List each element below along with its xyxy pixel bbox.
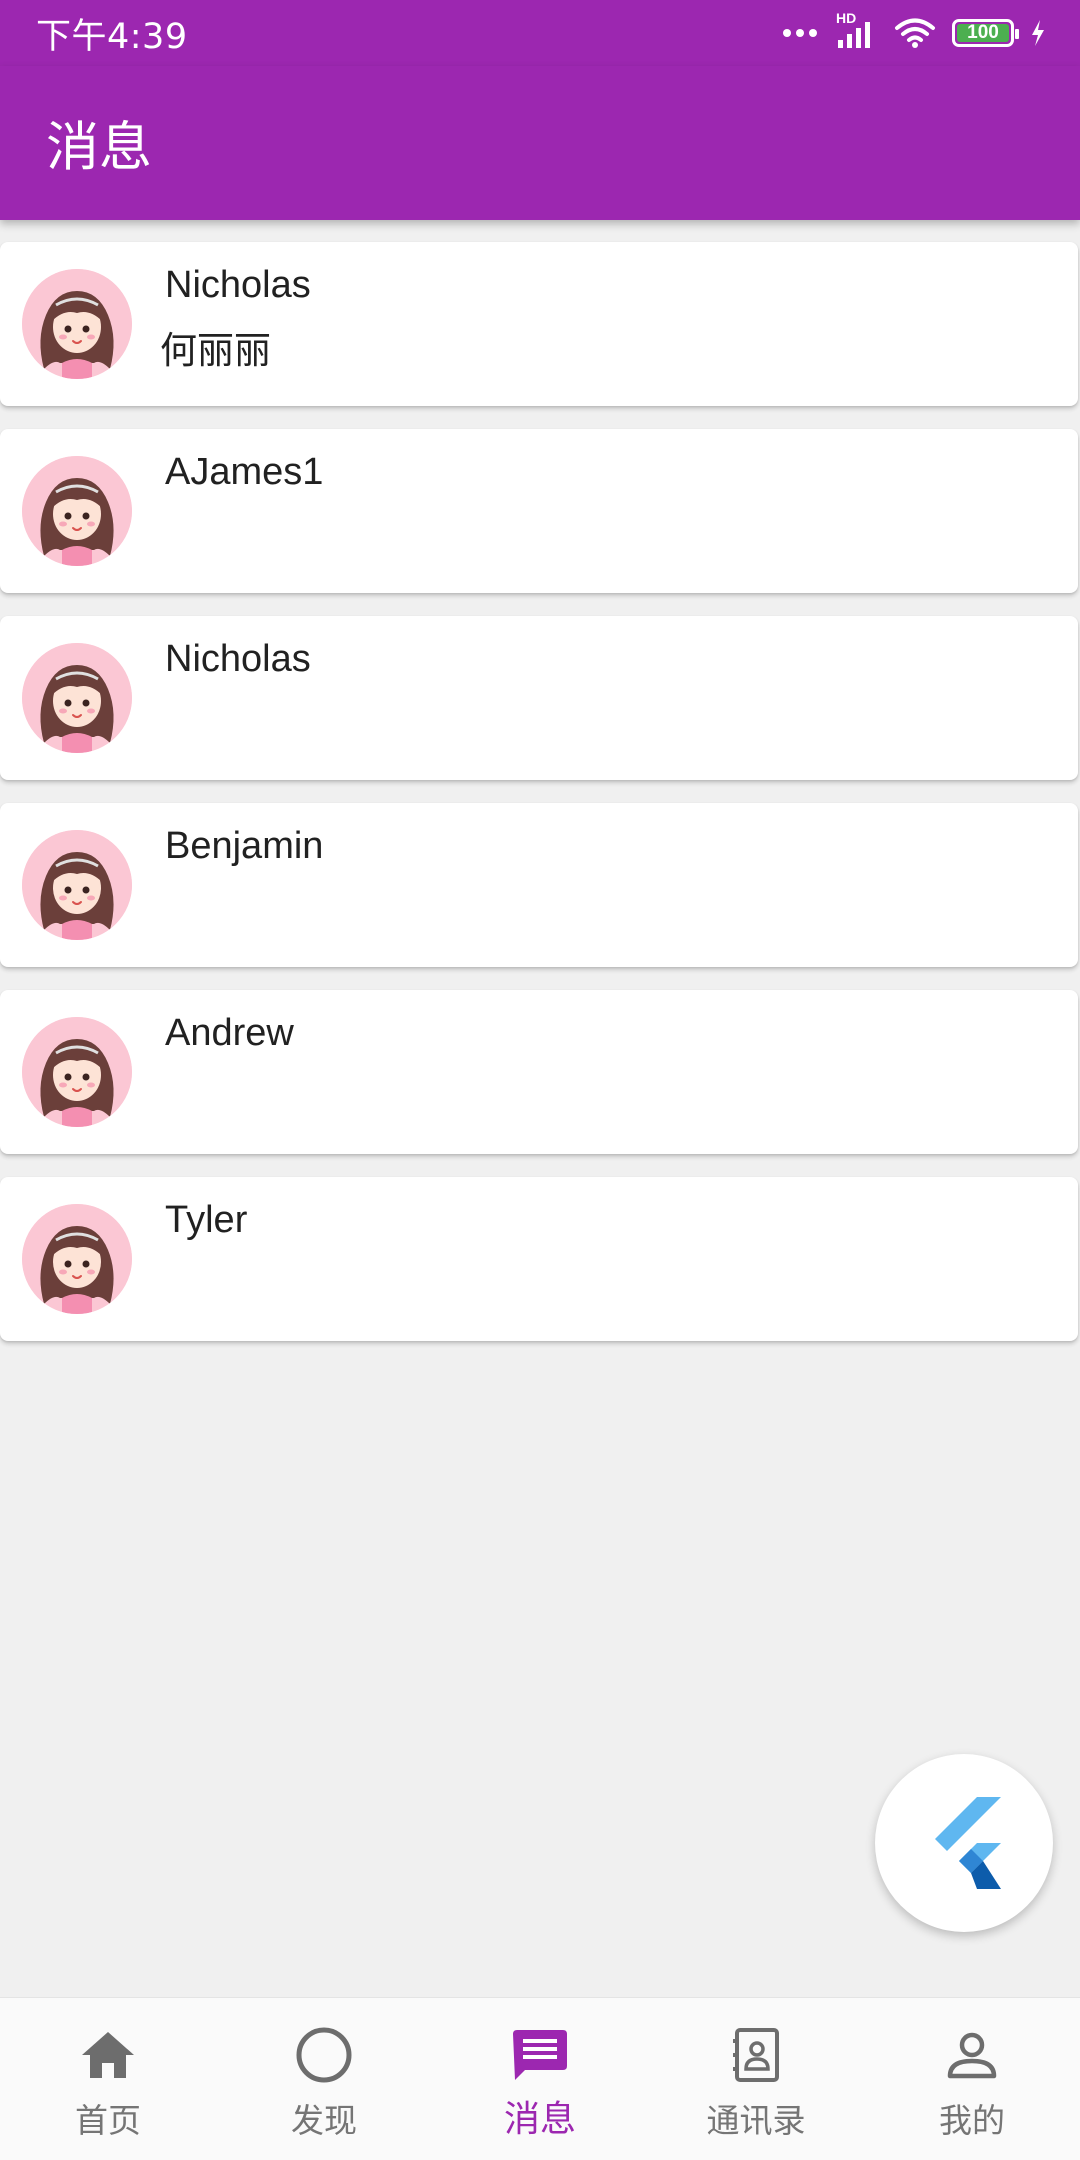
contact-name: Nicholas: [165, 638, 311, 680]
app-bar: 消息: [0, 66, 1080, 220]
wifi-icon: [894, 17, 936, 49]
avatar: [22, 830, 132, 940]
status-time: 下午4:39: [36, 16, 188, 57]
message-card[interactable]: Nicholas 何丽丽: [0, 242, 1078, 406]
more-dots-icon: [782, 27, 818, 39]
status-bar: 下午4:39 HD 100: [0, 0, 1080, 66]
contact-name: Andrew: [165, 1012, 294, 1054]
contacts-icon: [733, 2028, 779, 2082]
battery-icon: 100: [952, 19, 1019, 47]
nav-item-me[interactable]: 我的: [864, 1998, 1080, 2160]
avatar: [22, 643, 132, 753]
home-icon: [82, 2032, 134, 2078]
status-icons: HD 100: [782, 10, 1046, 50]
girl-avatar-icon: [22, 1204, 132, 1314]
message-card[interactable]: Tyler: [0, 1177, 1078, 1341]
avatar: [22, 1204, 132, 1314]
nav-label: 消息: [503, 2099, 576, 2140]
girl-avatar-icon: [22, 1017, 132, 1127]
message-card[interactable]: Andrew: [0, 990, 1078, 1154]
nav-label: 发现: [291, 2101, 357, 2140]
message-card[interactable]: Nicholas: [0, 616, 1078, 780]
contact-name: Tyler: [165, 1199, 248, 1241]
bottom-navigation: 首页 发现 消息 通讯录 我的: [0, 1997, 1080, 2160]
charging-icon: [1030, 19, 1046, 47]
nav-item-messages[interactable]: 消息: [432, 1998, 648, 2160]
flutter-fab-button[interactable]: [875, 1754, 1053, 1932]
nav-label: 首页: [75, 2101, 141, 2140]
page-title: 消息: [46, 117, 152, 178]
signal-icon: HD: [834, 10, 878, 50]
nav-label: 我的: [939, 2101, 1005, 2140]
flutter-logo-icon: [935, 1797, 1001, 1889]
message-list: Nicholas 何丽丽 AJames1 Nicholas Benjamin A…: [0, 242, 1080, 1364]
girl-avatar-icon: [22, 643, 132, 753]
nav-label: 通讯录: [706, 2101, 806, 2140]
nav-item-discover[interactable]: 发现: [216, 1998, 432, 2160]
contact-name: Benjamin: [165, 825, 324, 867]
message-card[interactable]: Benjamin: [0, 803, 1078, 967]
nav-item-home[interactable]: 首页: [0, 1998, 216, 2160]
avatar: [22, 1017, 132, 1127]
girl-avatar-icon: [22, 269, 132, 379]
contact-name: AJames1: [165, 451, 324, 493]
person-icon: [947, 2032, 997, 2079]
nav-item-contacts[interactable]: 通讯录: [648, 1998, 864, 2160]
avatar: [22, 456, 132, 566]
avatar: [22, 269, 132, 379]
message-icon: [513, 2030, 567, 2080]
contact-name: Nicholas: [165, 264, 311, 306]
message-card[interactable]: AJames1: [0, 429, 1078, 593]
network-type-label: HD: [836, 10, 857, 26]
battery-percent: 100: [967, 22, 999, 43]
circle-icon: [296, 2027, 352, 2083]
girl-avatar-icon: [22, 830, 132, 940]
message-preview: 何丽丽: [160, 329, 271, 372]
girl-avatar-icon: [22, 456, 132, 566]
